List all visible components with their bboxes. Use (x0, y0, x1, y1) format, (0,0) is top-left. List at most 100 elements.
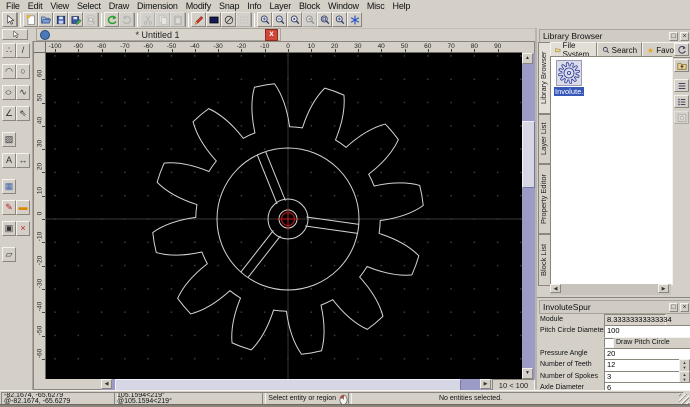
pointer-tool-button[interactable] (2, 29, 28, 40)
mouse-hint-text: Select entity or region (268, 396, 336, 402)
menu-window[interactable]: Window (324, 1, 363, 11)
list-view-icon[interactable] (674, 79, 689, 92)
float-plugin-icon[interactable]: □ (669, 303, 678, 312)
field-row: Number of Spokes3▲▼ (540, 371, 690, 382)
menu-misc[interactable]: Misc (363, 1, 389, 11)
checkbox-label: Draw Pitch Circle (616, 339, 670, 346)
directory-up-icon[interactable] (674, 59, 689, 72)
library-tabs: File SystemSearch★Favorites (550, 42, 690, 56)
toolbar-separator (251, 13, 255, 27)
detail-view-icon[interactable] (674, 95, 689, 108)
splines-tool[interactable]: ∿ (16, 85, 30, 100)
menu-modify[interactable]: Modify (182, 1, 215, 11)
color-swatch-icon[interactable] (206, 12, 221, 27)
explode-tool[interactable]: × (16, 221, 30, 236)
document-title: * Untitled 1 (50, 30, 265, 40)
redo-icon (119, 12, 134, 27)
library-item-list[interactable]: Involute... (550, 56, 673, 285)
refresh-icon[interactable] (674, 43, 689, 56)
zoom-pan-icon[interactable] (332, 12, 347, 27)
menu-layer[interactable]: Layer (265, 1, 295, 11)
involutespur-titlebar[interactable]: InvoluteSpur □ × (539, 300, 690, 314)
menu-snap[interactable]: Snap (215, 1, 243, 11)
scroll-left-icon[interactable]: ◀ (101, 379, 112, 389)
zoom-out-icon[interactable] (272, 12, 287, 27)
close-document-icon[interactable]: x (265, 29, 278, 41)
draw-pitch-circle-checkbox[interactable] (604, 338, 614, 348)
menu-info[interactable]: Info (243, 1, 265, 11)
select-tool[interactable]: ⇖ (16, 106, 30, 121)
measure-tool[interactable]: ▬ (16, 200, 30, 215)
selection-status: No entities selected. (351, 396, 681, 402)
vertical-ruler: 6050403020100-10-20-30-40-50-60 (34, 53, 46, 379)
vertical-scroll-thumb[interactable] (522, 121, 535, 188)
ellipses-tool[interactable]: ○ (2, 85, 16, 100)
field-row: Number of Teeth12▲▼ (540, 359, 690, 370)
document-titlebar[interactable]: * Untitled 1 x (36, 28, 281, 41)
gear-drawing (46, 53, 522, 379)
scroll-right-icon[interactable]: ▶ (480, 379, 491, 389)
lines-tool[interactable]: / (16, 43, 30, 58)
zoom-window-icon[interactable] (317, 12, 332, 27)
copy-icon (155, 12, 170, 27)
field-label: Module (540, 316, 563, 323)
circles-tool[interactable]: ○ (16, 64, 30, 79)
open-icon[interactable] (38, 12, 53, 27)
zoom-auto-icon[interactable] (287, 12, 302, 27)
pointer-icon[interactable] (2, 12, 17, 27)
image-tool[interactable]: ▦ (2, 179, 16, 194)
resize-grip[interactable] (679, 394, 689, 404)
field-row: Module8.33333333333334 (540, 314, 690, 325)
menu-dimension[interactable]: Dimension (133, 1, 182, 11)
menu-select[interactable]: Select (73, 1, 105, 11)
tool-palette: ∴/◠○○∿∠⇖▨A↔▦✎▬▣×▱ (0, 41, 33, 390)
right-dock-panel: Library Browser □ × Library BrowserLayer… (535, 28, 690, 389)
box3d-tool[interactable]: ▱ (2, 247, 16, 262)
toolbar-separator (17, 13, 21, 27)
field-label: Number of Spokes (540, 373, 598, 380)
modify-tool[interactable]: ✎ (2, 200, 16, 215)
scroll-down-icon[interactable]: ▼ (522, 368, 533, 379)
pen-icon[interactable] (191, 12, 206, 27)
menu-edit[interactable]: Edit (24, 1, 47, 11)
library-view-buttons (674, 43, 690, 296)
library-item-label: Involute... (554, 87, 584, 96)
text-tool[interactable]: A (2, 153, 16, 168)
arcs-tool[interactable]: ◠ (2, 64, 16, 79)
float-dock-icon[interactable]: □ (669, 32, 678, 41)
preview-icon[interactable] (674, 111, 689, 124)
blocks-tool[interactable]: ▣ (2, 221, 16, 236)
save-as-icon[interactable] (68, 12, 83, 27)
save-icon[interactable] (53, 12, 68, 27)
list-scroll-right-icon[interactable]: ▶ (658, 284, 669, 293)
menu-view[interactable]: View (46, 1, 73, 11)
redraw-icon[interactable] (347, 12, 362, 27)
list-scroll-left-icon[interactable]: ◀ (550, 284, 561, 293)
close-dock-icon[interactable]: × (680, 32, 689, 41)
drawing-canvas[interactable] (46, 53, 522, 379)
field-row: Pressure Angle20 (540, 348, 690, 359)
menu-bar: FileEditViewSelectDrawDimensionModifySna… (0, 0, 690, 12)
polylines-tool[interactable]: ∠ (2, 106, 16, 121)
zoom-in-icon[interactable] (257, 12, 272, 27)
undo-icon[interactable] (104, 12, 119, 27)
vertical-scrollbar[interactable]: ▲ ▼ (522, 53, 535, 379)
hatch-tool[interactable]: ▨ (2, 132, 16, 147)
menu-block[interactable]: Block (295, 1, 324, 11)
horizontal-ruler: -100-90-80-70-60-50-40-30-20-10010203040… (46, 42, 522, 53)
scroll-up-icon[interactable]: ▲ (522, 53, 533, 64)
menu-help[interactable]: Help (389, 1, 415, 11)
library-item[interactable]: Involute... (554, 60, 584, 96)
library-list-scrollbar[interactable]: ◀ ▶ (550, 284, 671, 295)
dimension-tool[interactable]: ↔ (16, 153, 30, 168)
grid-toggle-icon (236, 12, 251, 27)
close-plugin-icon[interactable]: × (680, 303, 689, 312)
pen-circle-icon[interactable] (221, 12, 236, 27)
menu-file[interactable]: File (2, 1, 24, 11)
status-bar: -82.1674, -65.6279 @-82.1674, -65.6279 1… (0, 390, 690, 404)
new-icon[interactable] (23, 12, 38, 27)
points-tool[interactable]: ∴ (2, 43, 16, 58)
cut-icon (140, 12, 155, 27)
menu-draw[interactable]: Draw (105, 1, 133, 11)
involutespur-panel: InvoluteSpur □ × Module8.33333333333334 P… (537, 297, 690, 390)
